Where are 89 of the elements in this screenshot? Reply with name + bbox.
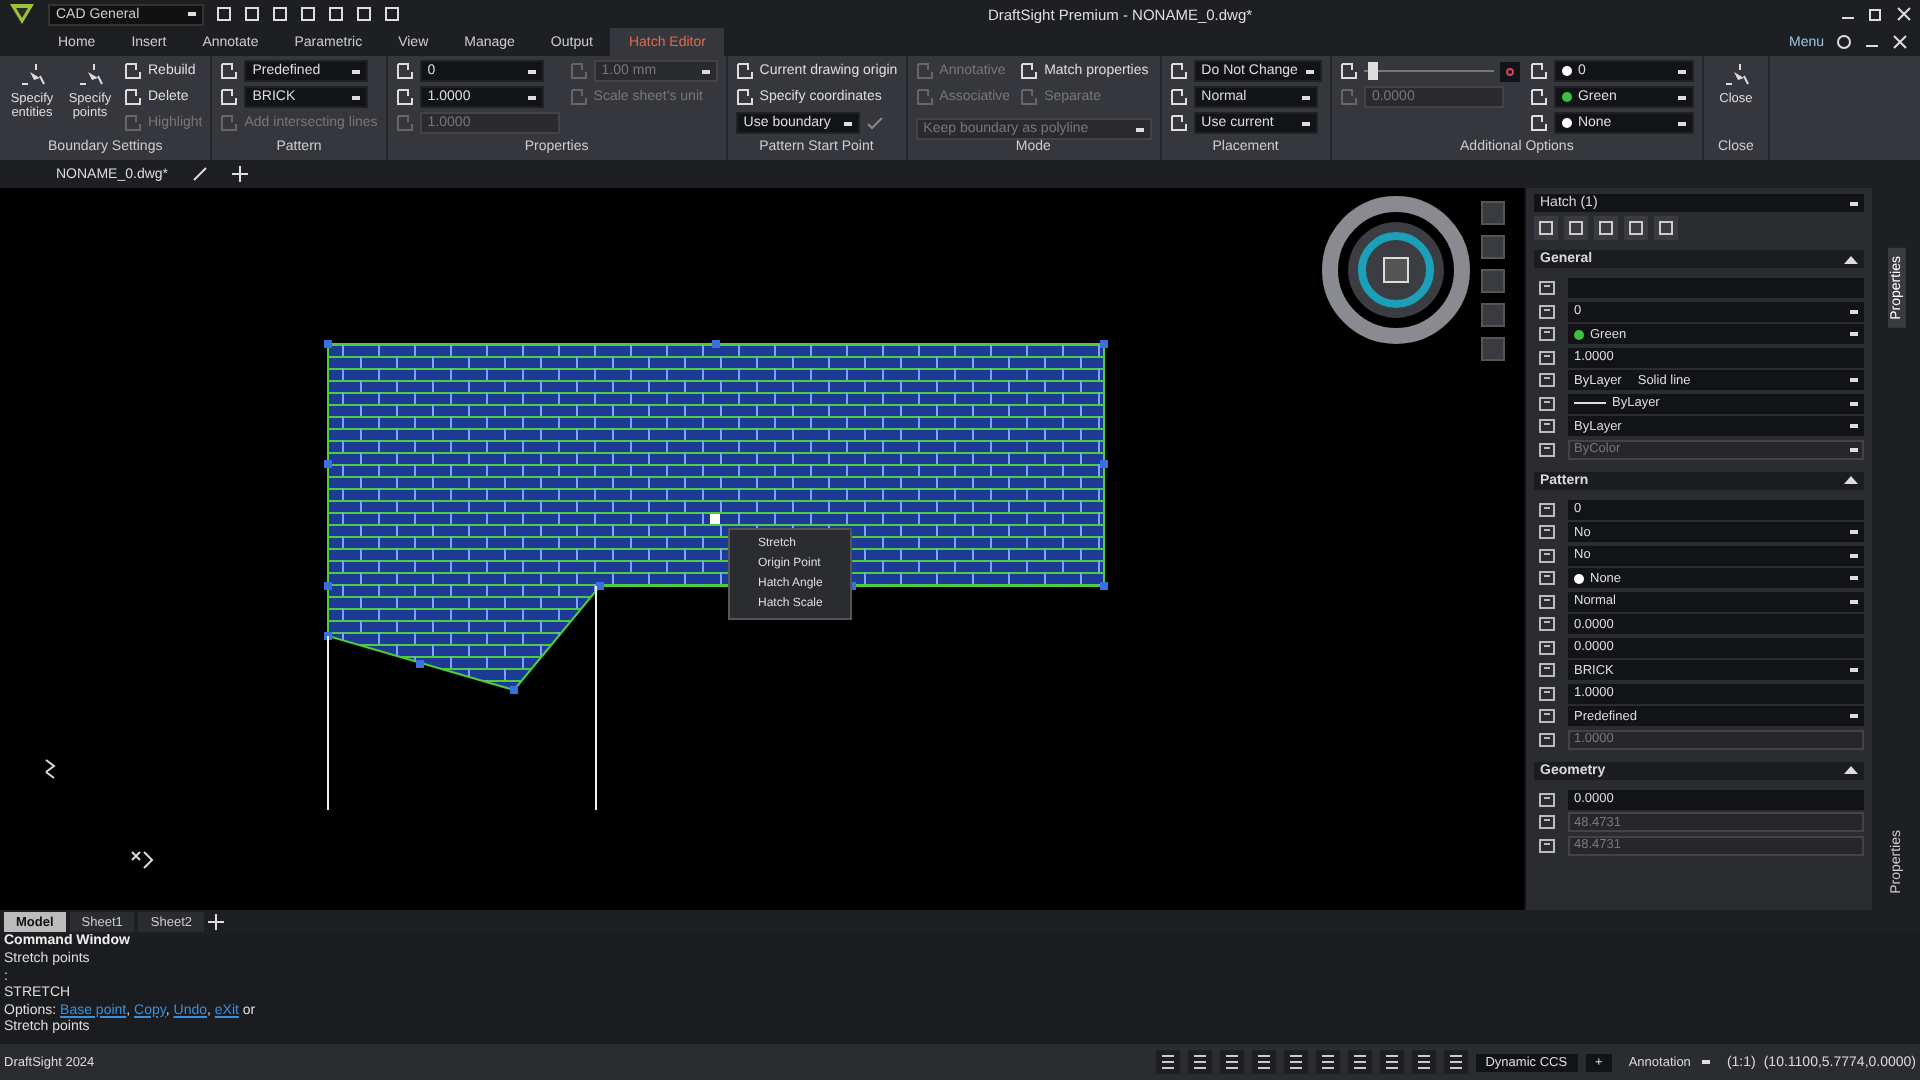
- caret-icon: [1850, 599, 1859, 603]
- caret-icon: [1702, 1060, 1711, 1064]
- caret-icon: [1301, 95, 1310, 99]
- tool-icon: [18, 60, 46, 88]
- input-field[interactable]: [1568, 278, 1865, 298]
- tool-icon: [1020, 88, 1039, 106]
- caret-icon: [1850, 401, 1859, 405]
- toolbar-icon[interactable]: [1654, 216, 1678, 240]
- tool-icon: [1529, 114, 1548, 132]
- caret-icon: [1850, 668, 1859, 672]
- caret-icon: [1850, 530, 1859, 534]
- caret-icon: [1850, 378, 1859, 382]
- add-icon[interactable]: [232, 166, 249, 182]
- tool-icon: [395, 88, 414, 106]
- tool-icon: [1529, 88, 1548, 106]
- status-toggle-icon[interactable]: [1283, 1050, 1308, 1074]
- caret-icon: [188, 12, 196, 16]
- status-toggle-icon[interactable]: [1379, 1050, 1404, 1074]
- caret-icon: [1850, 576, 1859, 580]
- collapse-icon[interactable]: [1844, 255, 1859, 263]
- caret-icon: [1305, 69, 1314, 73]
- caret-icon: [352, 69, 361, 73]
- tool-icon: [124, 62, 142, 80]
- tool-icon: [1020, 62, 1039, 80]
- caret-icon: [1850, 332, 1859, 336]
- line-sample-icon: [1574, 400, 1606, 406]
- status-toggle-icon[interactable]: [1411, 1050, 1436, 1074]
- caret-icon: [1850, 447, 1859, 451]
- toolbar-icon[interactable]: [1564, 216, 1588, 240]
- tool-icon: [1169, 62, 1188, 80]
- tool-icon: [220, 114, 239, 132]
- caret-icon: [1677, 69, 1686, 73]
- status-toggle-icon[interactable]: [1187, 1050, 1212, 1074]
- status-toggle-icon[interactable]: [1251, 1050, 1276, 1074]
- tool-icon: [1169, 114, 1188, 132]
- cursor-icon: [131, 851, 154, 869]
- help-icon[interactable]: [1836, 34, 1852, 50]
- caret-icon: [1850, 714, 1859, 718]
- status-toggle-icon[interactable]: [1315, 1050, 1340, 1074]
- caret-icon: [527, 95, 536, 99]
- tool-icon: [569, 62, 588, 80]
- close-icon[interactable]: [1892, 34, 1908, 50]
- tool-icon: [569, 88, 588, 106]
- caret-icon: [352, 95, 361, 99]
- tool-icon: [915, 62, 934, 80]
- restore-icon[interactable]: [1868, 6, 1884, 22]
- toolbar-icon[interactable]: [1624, 216, 1648, 240]
- collapse-icon[interactable]: [1844, 476, 1859, 484]
- tool-icon: [124, 88, 142, 106]
- tool-icon: [395, 114, 414, 132]
- ucs-icon: [45, 759, 56, 779]
- status-toggle-icon[interactable]: [1219, 1050, 1244, 1074]
- caret-icon: [1677, 95, 1686, 99]
- tool-icon: [124, 114, 142, 132]
- tool-icon: [915, 88, 934, 106]
- tool-icon: [1721, 60, 1750, 88]
- tool-icon: [395, 62, 414, 80]
- status-toggle-icon[interactable]: [1443, 1050, 1468, 1074]
- tool-icon: [1529, 62, 1548, 80]
- tool-icon: [735, 62, 754, 80]
- caret-icon: [843, 121, 852, 125]
- pencil-icon[interactable]: [192, 166, 209, 182]
- caret-icon: [1850, 553, 1859, 557]
- toolbar-icon[interactable]: [1594, 216, 1618, 240]
- tool-icon: [1339, 88, 1358, 106]
- tool-icon: [1169, 88, 1188, 106]
- caret-icon: [1677, 121, 1686, 125]
- tool-icon: [76, 60, 104, 88]
- swatch-icon[interactable]: [1499, 61, 1520, 81]
- collapse-icon[interactable]: [1844, 766, 1859, 774]
- status-toggle-icon[interactable]: [1155, 1050, 1180, 1074]
- toolbar-icon[interactable]: [1534, 216, 1558, 240]
- caret-icon: [1850, 309, 1859, 313]
- caret-icon: [1850, 424, 1859, 428]
- check-icon[interactable]: [865, 116, 884, 130]
- caret-icon: [1850, 201, 1859, 205]
- close-icon[interactable]: [1896, 6, 1912, 22]
- caret-icon: [1301, 121, 1310, 125]
- caret-icon: [1135, 127, 1144, 131]
- tool-icon: [1339, 62, 1358, 80]
- caret-icon: [701, 69, 710, 73]
- tool-icon: [735, 88, 754, 106]
- tool-icon: [220, 62, 239, 80]
- tool-icon: [220, 88, 239, 106]
- app-logo-icon: [8, 2, 36, 26]
- caret-icon: [527, 69, 536, 73]
- status-toggle-icon[interactable]: [1347, 1050, 1372, 1074]
- slider[interactable]: [1363, 62, 1494, 80]
- add-icon[interactable]: [208, 914, 224, 930]
